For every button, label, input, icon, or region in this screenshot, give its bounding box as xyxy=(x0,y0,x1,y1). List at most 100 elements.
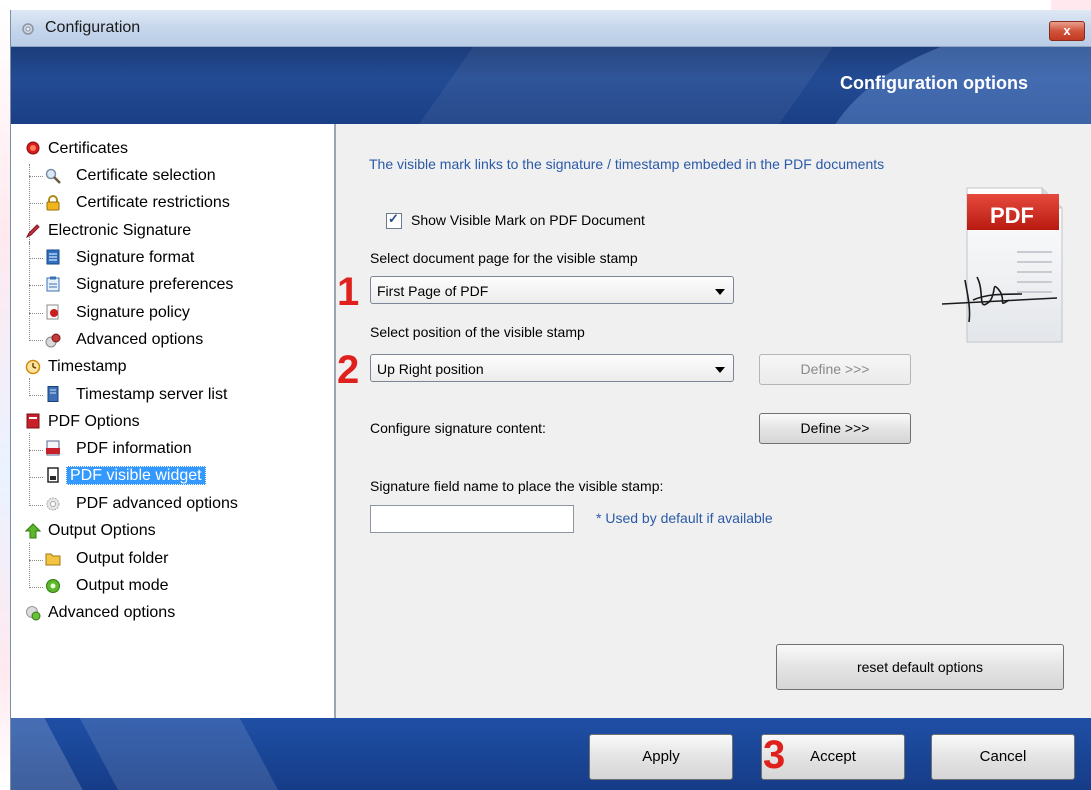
chevron-down-icon xyxy=(715,289,725,295)
pdf-file-icon xyxy=(46,440,60,456)
step-marker-1: 1 xyxy=(337,270,360,314)
tree-item-electronic-signature[interactable]: Electronic Signature xyxy=(25,220,194,242)
pdf-visible-widget-panel: The visible mark links to the signature … xyxy=(337,124,1091,718)
define-content-button[interactable]: Define >>> xyxy=(759,413,911,444)
green-circle-icon xyxy=(46,579,60,593)
gear-icon xyxy=(46,497,60,511)
tree-item-label: Electronic Signature xyxy=(48,222,192,239)
tree-item-label: Output folder xyxy=(76,550,169,567)
close-button[interactable]: x xyxy=(1049,21,1085,41)
pdf-document-illustration: PDF xyxy=(941,187,1063,343)
tree-item-output-mode[interactable]: Output mode xyxy=(45,575,172,597)
position-select[interactable]: Up Right position xyxy=(370,354,734,382)
tree-connector xyxy=(29,450,43,451)
signature-field-name-input[interactable] xyxy=(370,505,574,533)
tree-item-output-folder[interactable]: Output folder xyxy=(45,548,172,570)
tree-item-certificates[interactable]: Certificates xyxy=(25,138,131,160)
tree-item-pdf-information[interactable]: PDF information xyxy=(45,438,195,460)
gears-icon xyxy=(45,333,61,348)
tree-item-label: Output mode xyxy=(76,577,169,594)
tree-connector xyxy=(29,285,43,286)
tree-item-signature-policy[interactable]: Signature policy xyxy=(45,302,193,324)
tree-item-signature-format[interactable]: Signature format xyxy=(45,247,197,269)
banner-swoosh xyxy=(360,47,862,124)
up-arrow-icon xyxy=(25,523,41,539)
page-select[interactable]: First Page of PDF xyxy=(370,276,734,304)
tree-connector xyxy=(29,313,43,314)
clipboard-icon xyxy=(46,276,60,292)
define-position-button[interactable]: Define >>> xyxy=(759,354,911,385)
tree-connector xyxy=(29,395,43,396)
tree-item-label: Certificate selection xyxy=(76,167,216,184)
tree-connector xyxy=(29,203,43,204)
server-icon xyxy=(47,386,59,402)
tree-item-label: Signature format xyxy=(76,249,195,266)
banner-title: Configuration options xyxy=(840,73,1028,93)
page-select-value: First Page of PDF xyxy=(377,283,489,299)
tree-item-timestamp[interactable]: Timestamp xyxy=(25,356,130,378)
tree-item-label: Output Options xyxy=(48,522,156,539)
policy-seal-icon xyxy=(46,304,59,320)
tree-item-label: Timestamp xyxy=(48,358,127,375)
tree-item-signature-preferences[interactable]: Signature preferences xyxy=(45,274,236,296)
cancel-button[interactable]: Cancel xyxy=(931,734,1075,780)
title-bar: Configuration x xyxy=(11,10,1091,47)
field-name-label: Signature field name to place the visibl… xyxy=(370,478,664,494)
page-icon xyxy=(47,467,59,483)
reset-default-options-button[interactable]: reset default options xyxy=(776,644,1064,690)
tree-item-certificate-restrictions[interactable]: Certificate restrictions xyxy=(45,192,233,214)
folder-icon xyxy=(45,553,61,566)
page-select-label: Select document page for the visible sta… xyxy=(370,250,638,266)
tree-item-certificate-selection[interactable]: Certificate selection xyxy=(45,165,219,187)
tree-connector xyxy=(29,176,43,177)
pdf-book-icon xyxy=(26,413,40,429)
tree-connector xyxy=(29,505,43,506)
options-tree: Certificates Certificate selection Certi… xyxy=(11,124,336,718)
checkmark-icon: ✓ xyxy=(388,211,399,226)
tree-item-label: PDF advanced options xyxy=(76,495,238,512)
tree-item-label: Signature preferences xyxy=(76,276,234,293)
chevron-down-icon xyxy=(715,367,725,373)
tree-item-advanced-options-signature[interactable]: Advanced options xyxy=(45,329,206,351)
tree-connector xyxy=(29,560,43,561)
tree-connector xyxy=(29,340,43,341)
signature-content-label: Configure signature content: xyxy=(370,420,546,436)
position-select-label: Select position of the visible stamp xyxy=(370,324,585,340)
show-visible-mark-label: Show Visible Mark on PDF Document xyxy=(411,212,645,228)
tree-connector xyxy=(29,587,43,588)
field-name-hint: * Used by default if available xyxy=(596,510,773,526)
tree-connector xyxy=(29,258,43,259)
apply-button[interactable]: Apply xyxy=(589,734,733,780)
tree-item-label: Certificates xyxy=(48,140,129,157)
tree-item-pdf-options[interactable]: PDF Options xyxy=(25,411,143,433)
gear-icon xyxy=(22,23,34,35)
tree-item-label: PDF Options xyxy=(48,413,140,430)
tree-item-label: Signature policy xyxy=(76,304,190,321)
tree-item-timestamp-server-list[interactable]: Timestamp server list xyxy=(45,384,230,406)
step-marker-3: 3 xyxy=(763,733,786,777)
tree-connector xyxy=(29,241,30,341)
info-text: The visible mark links to the signature … xyxy=(369,156,885,172)
tree-item-label: PDF visible widget xyxy=(66,466,206,485)
tree-connector xyxy=(29,378,30,396)
tree-item-advanced-options[interactable]: Advanced options xyxy=(25,602,178,624)
tree-item-pdf-visible-widget[interactable]: PDF visible widget xyxy=(45,465,206,487)
pen-icon xyxy=(25,224,40,239)
tree-item-label: Advanced options xyxy=(48,604,176,621)
tree-item-output-options[interactable]: Output Options xyxy=(25,520,159,542)
clock-icon xyxy=(25,359,41,375)
tree-connector xyxy=(29,433,30,506)
magnifier-icon xyxy=(45,168,61,184)
tree-item-pdf-advanced-options[interactable]: PDF advanced options xyxy=(45,493,241,515)
certificate-seal-icon xyxy=(26,141,40,155)
footer-swoosh xyxy=(69,718,293,790)
show-visible-mark-checkbox[interactable]: ✓ xyxy=(386,211,402,229)
position-select-value: Up Right position xyxy=(377,361,484,377)
background-decoration-left xyxy=(0,0,10,790)
tree-item-label: Certificate restrictions xyxy=(76,194,230,211)
tree-connector xyxy=(29,543,30,588)
configuration-window: Configuration x Configuration options Ce… xyxy=(10,10,1091,790)
footer-bar: Apply 3 Accept Cancel xyxy=(11,718,1091,790)
header-banner: Configuration options xyxy=(11,47,1091,124)
tree-item-label: Timestamp server list xyxy=(76,386,228,403)
